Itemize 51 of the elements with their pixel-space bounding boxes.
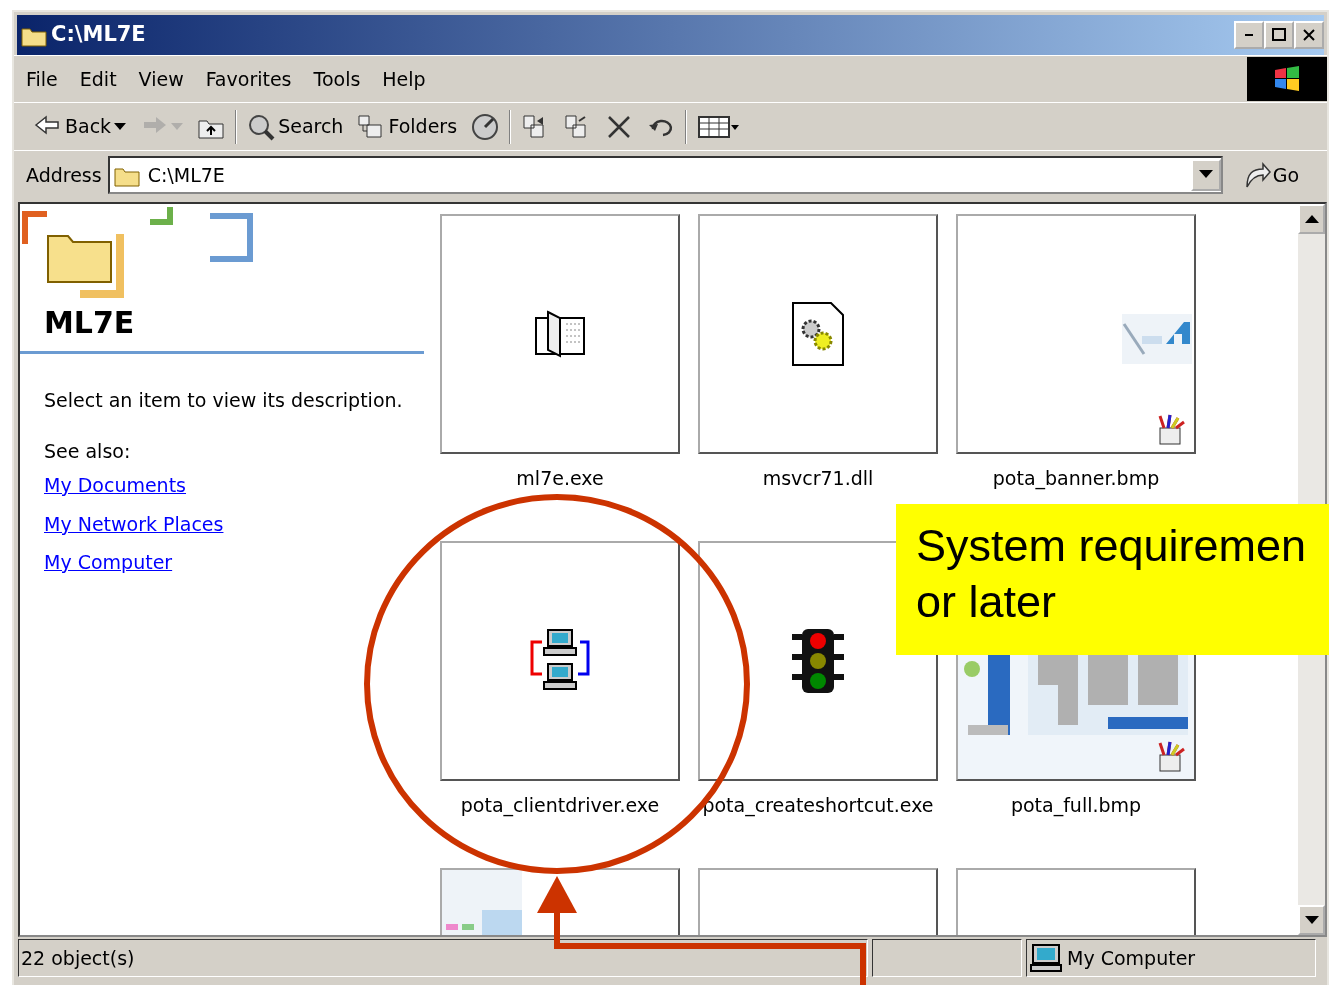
scroll-up-button[interactable]	[1298, 204, 1325, 234]
file-name: pota_createshortcut.exe	[701, 793, 935, 819]
file-name: pota_banner.bmp	[991, 466, 1161, 492]
clock-icon	[471, 112, 500, 141]
close-button[interactable]	[1294, 21, 1324, 49]
sidebar-link[interactable]: My Documents	[44, 471, 186, 500]
windows-logo-icon	[1272, 64, 1302, 94]
sidebar-link[interactable]: My Computer	[44, 548, 173, 577]
file-tile[interactable]	[698, 214, 938, 454]
menu-item[interactable]: Favorites	[195, 64, 302, 94]
maximize-icon	[1271, 27, 1287, 43]
search-icon	[247, 112, 276, 141]
menu-item[interactable]: Tools	[303, 64, 371, 94]
window-title: C:\ML7E	[51, 21, 146, 49]
caret-icon	[1198, 170, 1213, 180]
sidebar-link[interactable]: My Network Places	[44, 509, 224, 538]
caret-icon	[171, 122, 184, 131]
file-tile[interactable]	[440, 214, 680, 454]
gear-document-icon	[791, 301, 845, 367]
address-label: Address	[26, 162, 102, 188]
menu-item[interactable]: Help	[372, 64, 436, 94]
maximize-button[interactable]	[1264, 21, 1294, 49]
go-button[interactable]: Go	[1228, 159, 1306, 191]
arrow-up-icon	[1304, 215, 1319, 223]
address-field[interactable]: C:\ML7E	[107, 156, 1223, 194]
back-button[interactable]: Back	[30, 110, 131, 143]
folder-title: ML7E	[44, 304, 136, 342]
minimize-icon	[1245, 34, 1253, 36]
callout-tooltip: System requiremen or later	[896, 504, 1329, 655]
file-name: ml7e.exe	[515, 466, 605, 491]
caret-icon	[114, 122, 127, 131]
description-text: Select an item to view its description.	[44, 388, 404, 413]
file-name: msvcr71.dll	[761, 466, 875, 491]
computer-icon	[1029, 943, 1063, 973]
file-name: pota_clientdriver.exe	[459, 793, 661, 819]
see-also-label: See also:	[44, 438, 132, 464]
menu-item[interactable]: View	[128, 64, 194, 94]
menu-item[interactable]: File	[16, 64, 68, 94]
folders-button[interactable]: Folders	[353, 110, 462, 143]
file-name: pota_full.bmp	[1009, 793, 1143, 819]
zone-label: My Computer	[1067, 945, 1196, 971]
search-button[interactable]: Search	[243, 110, 348, 143]
traffic-light-icon	[790, 627, 846, 695]
menu-item[interactable]: Edit	[69, 64, 127, 94]
file-tile[interactable]	[440, 541, 680, 781]
file-tile[interactable]	[956, 214, 1196, 454]
scroll-down-button[interactable]	[1298, 905, 1325, 935]
arrow-down-icon	[1304, 916, 1319, 924]
object-count: 22 object(s)	[21, 945, 135, 971]
book-icon	[532, 310, 588, 358]
close-icon	[1301, 27, 1317, 43]
